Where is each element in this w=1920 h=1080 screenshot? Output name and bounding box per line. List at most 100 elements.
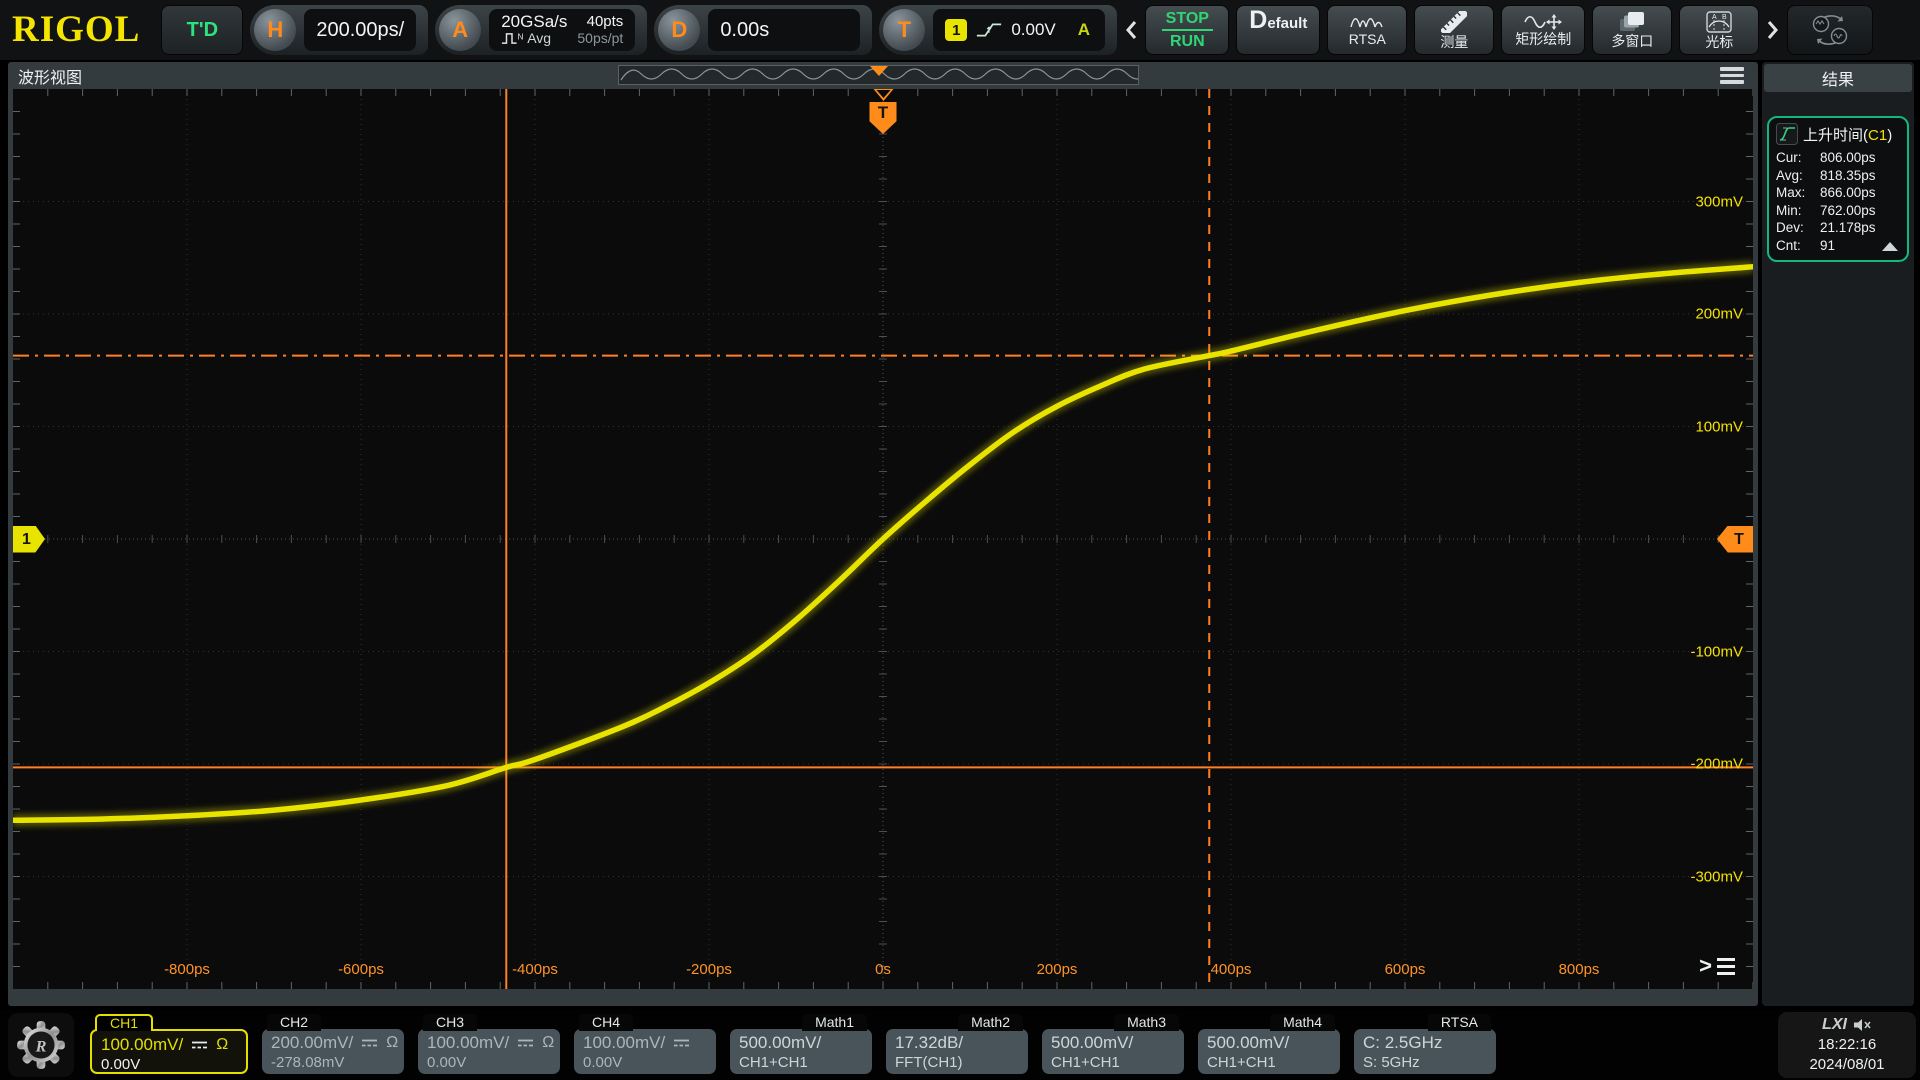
channel-card[interactable]: CH4 100.00mV/ 0.00V	[574, 1014, 716, 1074]
channel-card[interactable]: Math2 17.32dB/ FFT(C	[886, 1014, 1028, 1074]
x-axis-label: -400ps	[512, 961, 558, 978]
rigol-logo: RIGOL	[12, 4, 140, 56]
results-panel: 结果 上升时间(C1) Cur: 806.00ps	[1762, 62, 1914, 1006]
channel-offset: 0.00V	[427, 1054, 551, 1072]
rect-draw-button[interactable]: 矩形绘制	[1501, 5, 1585, 55]
channel-tab[interactable]: Math2	[958, 1014, 1023, 1031]
measure-label: 测量	[1440, 35, 1468, 50]
rect-draw-label: 矩形绘制	[1515, 32, 1571, 47]
stop-run-button[interactable]: STOP RUN	[1145, 5, 1229, 55]
waveform-window-header: 波形视图	[8, 62, 1758, 89]
trigger-settings[interactable]: T 1 0.00V A	[879, 5, 1117, 55]
acquire-settings[interactable]: A 20GSa/s N Avg 40pts 50ps/pt	[435, 5, 647, 55]
channel-scale: 500.00mV/	[1207, 1031, 1289, 1054]
trigger-flag-icon: T	[870, 102, 897, 134]
svg-text:R: R	[35, 1038, 47, 1056]
channel-card[interactable]: RTSA C: 2.5GHz S: 5G	[1354, 1014, 1496, 1074]
measurement-row: Min: 762.00ps	[1776, 202, 1900, 220]
x-axis-label: 400ps	[1211, 961, 1252, 978]
trigger-triangle-icon	[873, 89, 893, 101]
swap-view-button[interactable]	[1787, 5, 1873, 55]
channel-scale: C: 2.5GHz	[1363, 1031, 1442, 1054]
settings-gear-button[interactable]: R	[8, 1013, 74, 1077]
rect-draw-icon	[1524, 14, 1562, 30]
channel-card[interactable]: CH2 200.00mV/ Ω -278.	[262, 1014, 404, 1074]
stat-label: Dev:	[1776, 219, 1820, 237]
waveform-overview-strip[interactable]	[618, 65, 1139, 85]
expand-menu-icon[interactable]: >	[1699, 955, 1735, 977]
stat-value: 818.35ps	[1820, 167, 1876, 185]
channel-card[interactable]: CH3 100.00mV/ Ω 0.00V	[418, 1014, 560, 1074]
acquire-knob[interactable]: A	[439, 9, 481, 51]
channel-scale: 200.00mV/	[271, 1031, 353, 1054]
channel-tab[interactable]: Math1	[802, 1014, 867, 1031]
impedance-label: Ω	[216, 1033, 228, 1056]
overview-trigger-position-icon[interactable]	[870, 66, 888, 76]
channel-card[interactable]: Math3 500.00mV/ CH1+	[1042, 1014, 1184, 1074]
window-menu-icon[interactable]	[1720, 67, 1744, 84]
oscilloscope-screen: RIGOL T'D H 200.00ps/ A 20GSa/s N Avg	[0, 0, 1920, 1080]
trigger-position-marker[interactable]: T	[870, 89, 897, 134]
y-axis-label: -100mV	[1690, 643, 1743, 660]
waveform-window: 波形视图 -800ps-600ps-400ps-200ps0s200ps400p…	[8, 62, 1758, 1006]
system-info[interactable]: LXI 18:22:16 2024/08/01	[1778, 1012, 1916, 1078]
measurement-row: Dev: 21.178ps	[1776, 219, 1900, 237]
channel-tab[interactable]: Math4	[1270, 1014, 1335, 1031]
measure-button[interactable]: 测量	[1414, 5, 1494, 55]
expand-right-chevron[interactable]	[1766, 5, 1780, 55]
cursor-icon: A B	[1706, 11, 1732, 33]
resolution: 50ps/pt	[577, 30, 623, 47]
stat-label: Cur:	[1776, 149, 1820, 167]
trigger-level: 0.00V	[1011, 20, 1055, 40]
gear-icon: R	[15, 1019, 67, 1071]
horizontal-knob[interactable]: H	[254, 9, 296, 51]
collapse-left-chevron[interactable]	[1124, 5, 1138, 55]
stop-label: STOP	[1162, 10, 1213, 31]
channel-card[interactable]: CH1 100.00mV/ Ω 0.00V	[90, 1014, 248, 1074]
dc-coupling-icon	[517, 1038, 534, 1048]
channel-tab[interactable]: Math3	[1114, 1014, 1179, 1031]
channel-tab[interactable]: CH4	[579, 1014, 633, 1031]
multi-window-button[interactable]: 多窗口	[1592, 5, 1672, 55]
impedance-label: Ω	[386, 1031, 398, 1054]
delay-settings[interactable]: D 0.00s	[654, 5, 872, 55]
delay-knob[interactable]: D	[658, 9, 700, 51]
x-axis-label: 200ps	[1037, 961, 1078, 978]
results-header: 结果	[1764, 64, 1912, 92]
trigger-status-button[interactable]: T'D	[161, 5, 243, 55]
channel-tab[interactable]: CH3	[423, 1014, 477, 1031]
measurement-card[interactable]: 上升时间(C1) Cur: 806.00ps Avg: 818.35ps	[1767, 116, 1909, 262]
channel-tab[interactable]: RTSA	[1428, 1014, 1491, 1031]
cursor-button[interactable]: A B 光标	[1679, 5, 1759, 55]
dc-coupling-icon	[361, 1038, 378, 1048]
slope-icon	[975, 21, 1003, 39]
swap-icon	[1808, 11, 1852, 49]
rtsa-label: RTSA	[1349, 32, 1386, 47]
impedance-label: Ω	[542, 1031, 554, 1054]
collapse-icon[interactable]	[1882, 242, 1898, 251]
stat-value: 91	[1820, 237, 1835, 255]
channel-card[interactable]: Math1 500.00mV/ CH1+	[730, 1014, 872, 1074]
waveform-plot[interactable]: -800ps-600ps-400ps-200ps0s200ps400ps600p…	[13, 89, 1753, 989]
trigger-knob[interactable]: T	[883, 9, 925, 51]
channel-tab[interactable]: CH2	[267, 1014, 321, 1031]
multi-window-label: 多窗口	[1611, 34, 1653, 49]
channel-scale: 100.00mV/	[427, 1031, 509, 1054]
avg-icon: N	[501, 31, 523, 46]
stat-label: Cnt:	[1776, 237, 1820, 255]
rtsa-button[interactable]: RTSA	[1327, 5, 1407, 55]
channel-tab[interactable]: CH1	[95, 1014, 153, 1031]
stat-value: 21.178ps	[1820, 219, 1876, 237]
measurement-row: Avg: 818.35ps	[1776, 167, 1900, 185]
default-button[interactable]: D efault	[1236, 5, 1320, 55]
channel-card[interactable]: Math4 500.00mV/ CH1+	[1198, 1014, 1340, 1074]
cursor-label: 光标	[1705, 35, 1733, 50]
stat-value: 762.00ps	[1820, 202, 1876, 220]
run-label: RUN	[1170, 33, 1205, 51]
measurement-row: Cur: 806.00ps	[1776, 149, 1900, 167]
horizontal-settings[interactable]: H 200.00ps/	[250, 5, 428, 55]
stat-label: Avg:	[1776, 167, 1820, 185]
delay-value: 0.00s	[720, 19, 769, 42]
channel-offset: FFT(CH1)	[895, 1054, 1019, 1072]
clock-time: 18:22:16	[1818, 1035, 1876, 1055]
